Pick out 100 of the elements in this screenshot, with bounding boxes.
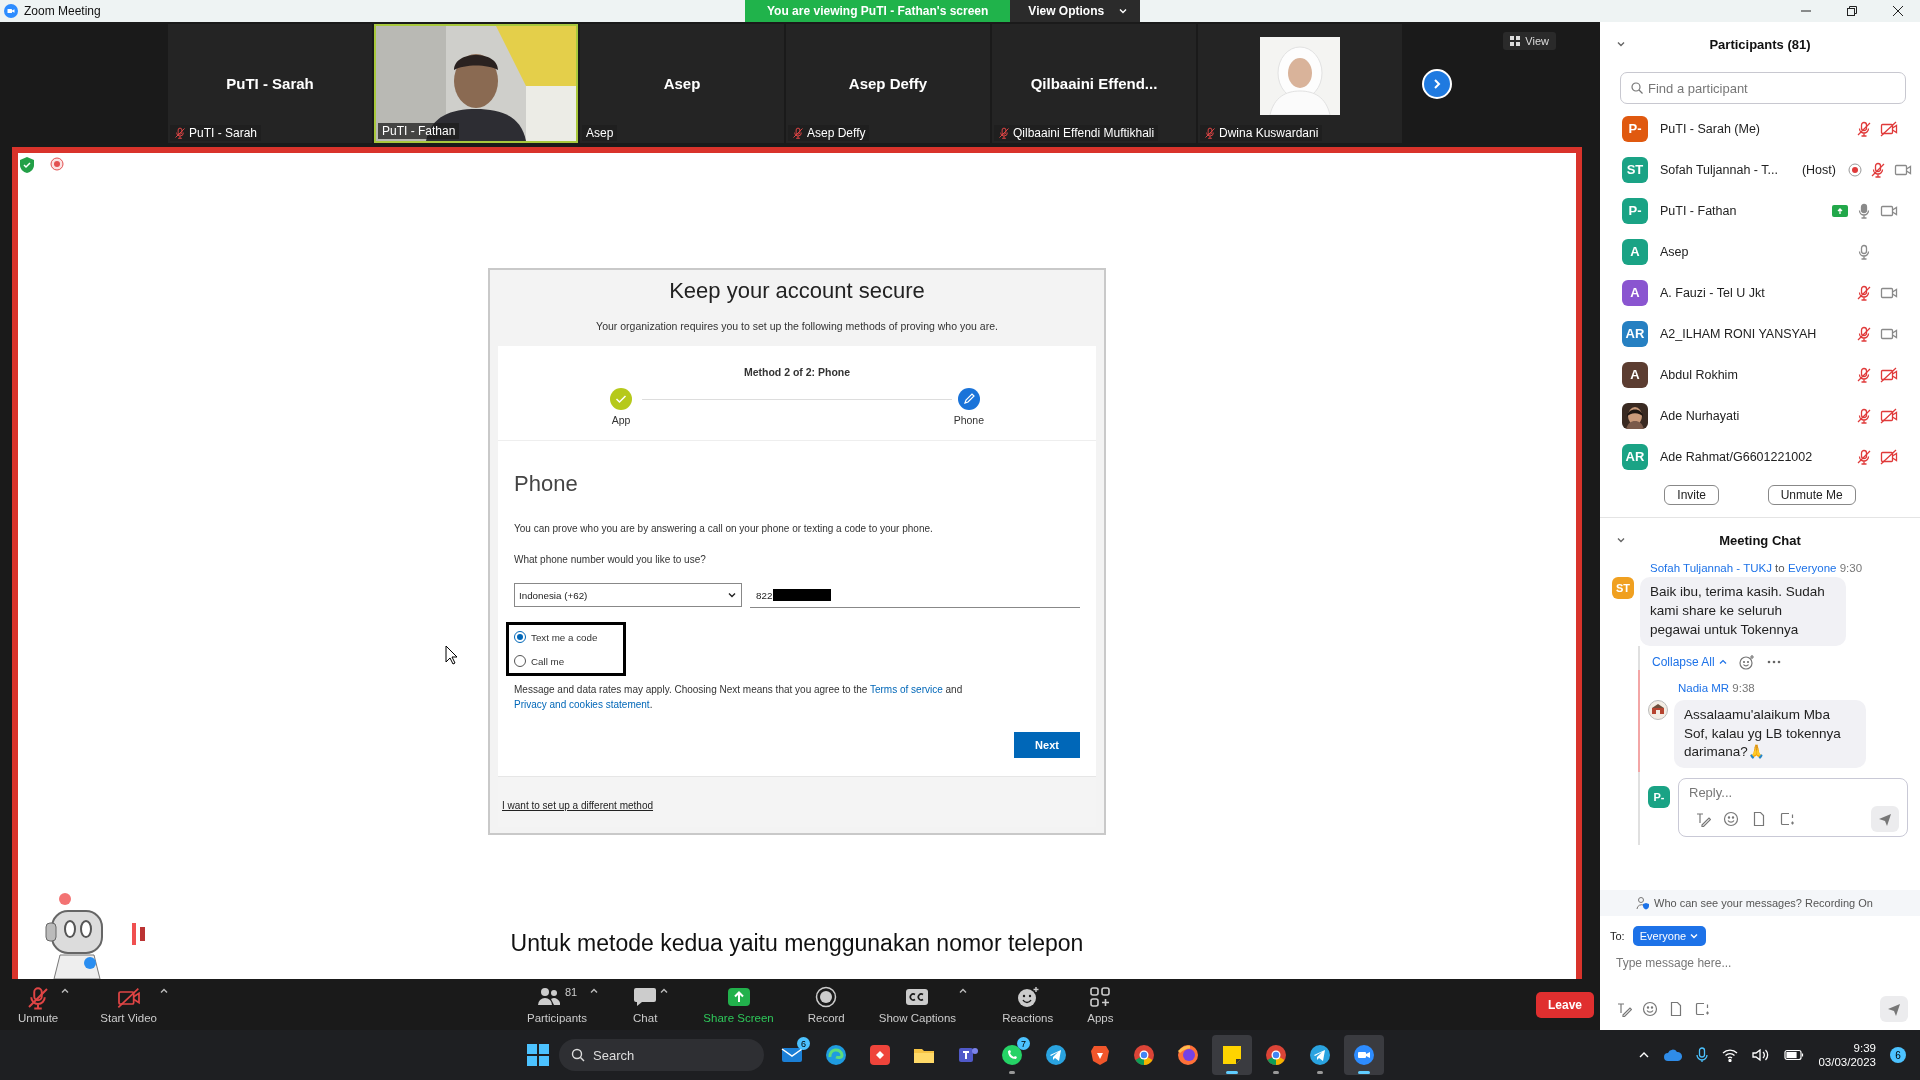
file-icon[interactable]: [1751, 811, 1767, 828]
wifi-icon[interactable]: [1722, 1048, 1739, 1062]
swirl-icon: [824, 1043, 848, 1067]
add-reaction-icon[interactable]: [1738, 653, 1755, 670]
notification-badge[interactable]: 6: [1890, 1047, 1906, 1063]
file-icon[interactable]: [1668, 1001, 1684, 1017]
avatar: P-: [1648, 786, 1670, 809]
cloud-icon[interactable]: [1664, 1049, 1683, 1061]
name-label: Asep: [582, 125, 618, 141]
view-button[interactable]: View: [1503, 32, 1556, 50]
chrome-icon: [1132, 1043, 1156, 1067]
toolbar-button[interactable]: Unmute: [14, 985, 75, 1024]
recipient-dropdown[interactable]: Everyone: [1632, 926, 1707, 946]
speaker-icon[interactable]: [1752, 1048, 1771, 1062]
participant-name: PuTI - Fathan: [1660, 203, 1737, 218]
name-label: PuTI - Fathan: [378, 123, 460, 139]
battery-icon[interactable]: [1784, 1049, 1805, 1061]
grid-icon: [1510, 36, 1521, 46]
radio-button[interactable]: [514, 631, 526, 643]
paper-plane-icon: [1308, 1043, 1332, 1067]
taskbar-app[interactable]: [1212, 1035, 1252, 1075]
privacy-link[interactable]: Privacy and cookies statement: [514, 699, 650, 710]
name-label: Dwina Kuswardani: [1200, 125, 1323, 141]
microphone-icon[interactable]: [1696, 1047, 1709, 1063]
toolbar-button[interactable]: Record: [803, 985, 849, 1024]
taskbar-app[interactable]: 7: [992, 1035, 1032, 1075]
participant-name: Asep: [1660, 244, 1689, 259]
chevron-down-icon: [1616, 39, 1626, 49]
leave-button[interactable]: Leave: [1536, 991, 1594, 1018]
participant-name: Sofah Tuljannah - T...: [1660, 162, 1778, 177]
toolbar-button[interactable]: Reactions: [998, 985, 1058, 1024]
next-page-button[interactable]: [1422, 68, 1452, 99]
muted-mic-icon: [1856, 120, 1872, 137]
chevron-down-icon: [1616, 535, 1626, 545]
screenshot-icon[interactable]: [1779, 811, 1795, 828]
different-method-link[interactable]: I want to set up a different method: [502, 800, 654, 811]
clock-time[interactable]: 9:39: [1853, 1042, 1876, 1054]
participant-name: Ade Nurhayati: [1660, 408, 1740, 423]
panel-button[interactable]: Invite: [1664, 485, 1719, 505]
search-icon: [1631, 82, 1643, 94]
send-icon[interactable]: [1871, 806, 1899, 833]
country-dropdown[interactable]: Indonesia (+62): [514, 583, 742, 607]
restore-icon[interactable]: [1846, 5, 1858, 17]
form-subtitle: Your organization requires you to set up the following methods of proving who you are.: [596, 320, 998, 332]
taskbar-search[interactable]: Search: [559, 1039, 764, 1071]
muted-microphone-icon: [26, 985, 51, 1010]
participant-name: PuTI - Sarah: [226, 75, 314, 92]
participant-name: Abdul Rokhim: [1660, 367, 1738, 382]
more-icon[interactable]: [1766, 659, 1781, 664]
radio-option[interactable]: Text me a code: [514, 631, 598, 643]
pencil-icon: [957, 388, 980, 410]
muted-mic-icon: [1869, 161, 1886, 178]
microphone-icon: [1856, 202, 1872, 219]
participant-name: Asep Deffy: [848, 75, 928, 92]
toolbar-button[interactable]: 81 Participants: [522, 985, 604, 1024]
emoji-icon[interactable]: [1723, 811, 1739, 828]
name-label: Asep Deffy: [788, 125, 870, 141]
record-icon: [50, 157, 64, 171]
reply-field[interactable]: Reply...: [1678, 778, 1908, 838]
avatar: AR: [1622, 443, 1648, 470]
radio-option[interactable]: Call me: [514, 655, 598, 667]
name-label: PuTI - Sarah: [170, 125, 262, 141]
caption-text: Untuk metode kedua yaitu menggunakan nomor telepon: [510, 930, 1084, 957]
panel-button[interactable]: Unmute Me: [1767, 485, 1856, 505]
message-field[interactable]: Type message here...: [1600, 946, 1920, 994]
taskbar-app[interactable]: [1344, 1035, 1384, 1075]
next-button[interactable]: Next: [1014, 732, 1080, 758]
search-field[interactable]: Find a participant: [1620, 72, 1906, 104]
phone-field[interactable]: 822: [750, 583, 1080, 608]
screenshot-icon[interactable]: [1694, 1001, 1710, 1017]
format-icon[interactable]: [1616, 1001, 1632, 1017]
message-sender: Nadia MR 9:38: [1678, 681, 1755, 694]
toolbar-button[interactable]: Show Captions: [874, 985, 973, 1024]
count-badge: 7: [1017, 1037, 1030, 1050]
clock-date[interactable]: 03/03/2023: [1818, 1056, 1876, 1068]
panel-title: Meeting Chat: [1719, 532, 1801, 548]
taskbar-app[interactable]: 6: [772, 1035, 812, 1075]
record-icon: [815, 985, 838, 1008]
emoji-icon[interactable]: [1642, 1001, 1658, 1017]
muted-mic-icon: [1204, 127, 1216, 139]
name-label: Qilbaaini Effendi Muftikhali: [994, 125, 1159, 141]
form-title: Keep your account secure: [669, 278, 925, 304]
avatar: AR: [1622, 320, 1648, 347]
toolbar-button[interactable]: Start Video: [96, 985, 173, 1024]
share-screen-icon: [726, 985, 751, 1008]
toolbar-button[interactable]: Chat: [629, 985, 674, 1024]
send-icon[interactable]: [1880, 996, 1908, 1022]
windows-logo-icon[interactable]: [527, 1044, 549, 1066]
muted-mic-icon: [1856, 407, 1872, 424]
terms-link[interactable]: Terms of service: [869, 684, 943, 695]
view-options-button[interactable]: View Options: [1010, 0, 1141, 22]
muted-mic-icon: [174, 127, 186, 139]
collapse-link[interactable]: Collapse All: [1652, 654, 1727, 669]
participant-name: A. Fauzi - Tel U Jkt: [1660, 285, 1765, 300]
camera-off-icon: [1880, 406, 1898, 425]
format-icon[interactable]: [1695, 811, 1711, 828]
toolbar-button[interactable]: Share Screen: [699, 985, 778, 1024]
close-icon[interactable]: [1892, 5, 1904, 17]
radio-button[interactable]: [514, 655, 526, 667]
toolbar-button[interactable]: Apps: [1083, 985, 1118, 1024]
